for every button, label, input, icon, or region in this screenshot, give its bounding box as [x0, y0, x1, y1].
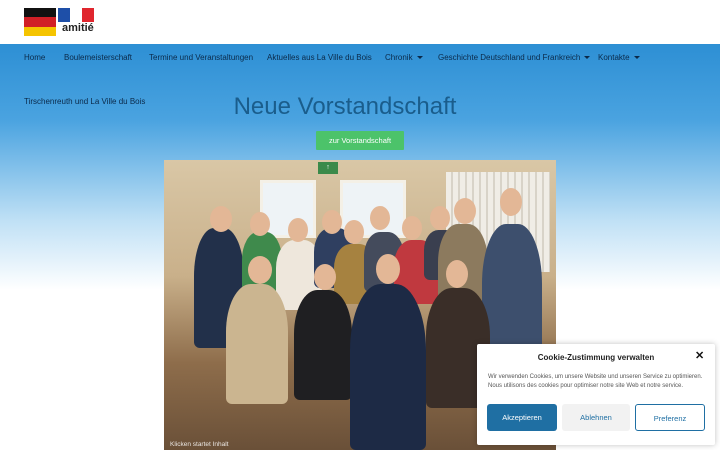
nav-label: Termine und Veranstaltungen [149, 53, 254, 62]
photo-person [350, 284, 426, 450]
photo-person [226, 284, 288, 404]
header-bar: amitié [0, 0, 720, 44]
photo-head [250, 212, 270, 236]
nav-item-geschichte[interactable]: Geschichte Deutschland und Frankreich [438, 53, 591, 62]
photo-head [454, 198, 476, 224]
preferences-button[interactable]: Preferenz [635, 404, 705, 431]
nav-label: Boulemeisterschaft [64, 53, 133, 62]
nav-item-aktuelles[interactable]: Aktuelles aus La Ville du Bois [267, 53, 372, 62]
accept-button[interactable]: Akzeptieren [487, 404, 557, 431]
photo-head [210, 206, 232, 232]
photo-head [446, 260, 468, 288]
chevron-down-icon [633, 56, 640, 60]
main-navigation: Home Boulemeisterschaft Termine und Vera… [0, 44, 720, 72]
photo-head [370, 206, 390, 230]
chevron-down-icon [584, 56, 591, 60]
photo-head [500, 188, 522, 216]
nav-item-chronik[interactable]: Chronik [385, 53, 423, 62]
photo-caption: Klicken startet Inhalt [170, 441, 229, 448]
nav-item-home[interactable]: Home [24, 53, 45, 62]
deny-button[interactable]: Ablehnen [562, 404, 630, 431]
nav-item-termine[interactable]: Termine und Veranstaltungen [149, 53, 253, 62]
photo-head [248, 256, 272, 284]
vorstandschaft-button[interactable]: zur Vorstandschaft [316, 131, 404, 150]
cookie-consent-dialog: Cookie-Zustimmung verwalten ✕ Wir verwen… [477, 344, 715, 445]
photo-person [294, 290, 352, 400]
chevron-down-icon [416, 56, 423, 60]
nav-item-boulemeisterschaft[interactable]: Boulemeisterschaft [64, 53, 132, 62]
nav-label: Aktuelles aus La Ville du Bois [267, 53, 372, 62]
exit-sign-icon: ↑ [318, 162, 338, 174]
cookie-dialog-text: Wir verwenden Cookies, um unsere Website… [488, 374, 703, 389]
page-title: Neue Vorstandschaft [233, 93, 457, 120]
photo-head [288, 218, 308, 242]
nav-item-tirschenreuth[interactable]: Tirschenreuth und La Ville du Bois [24, 97, 145, 106]
german-flag-icon [24, 8, 56, 36]
photo-head [314, 264, 336, 290]
close-icon[interactable]: ✕ [695, 351, 705, 362]
logo-text: amitié [62, 22, 94, 34]
photo-head [344, 220, 364, 244]
nav-label: Home [24, 53, 46, 62]
nav-label: Geschichte Deutschland und Frankreich [438, 53, 581, 62]
nav-label: Kontakte [598, 53, 630, 62]
photo-head [402, 216, 422, 240]
photo-head [430, 206, 450, 230]
site-logo[interactable]: amitié [24, 8, 96, 36]
photo-head [322, 210, 342, 234]
nav-label: Chronik [385, 53, 413, 62]
nav-item-kontakte[interactable]: Kontakte [598, 53, 640, 62]
photo-head [376, 254, 400, 284]
french-flag-icon [58, 8, 94, 22]
cookie-dialog-title: Cookie-Zustimmung verwalten [537, 353, 655, 362]
